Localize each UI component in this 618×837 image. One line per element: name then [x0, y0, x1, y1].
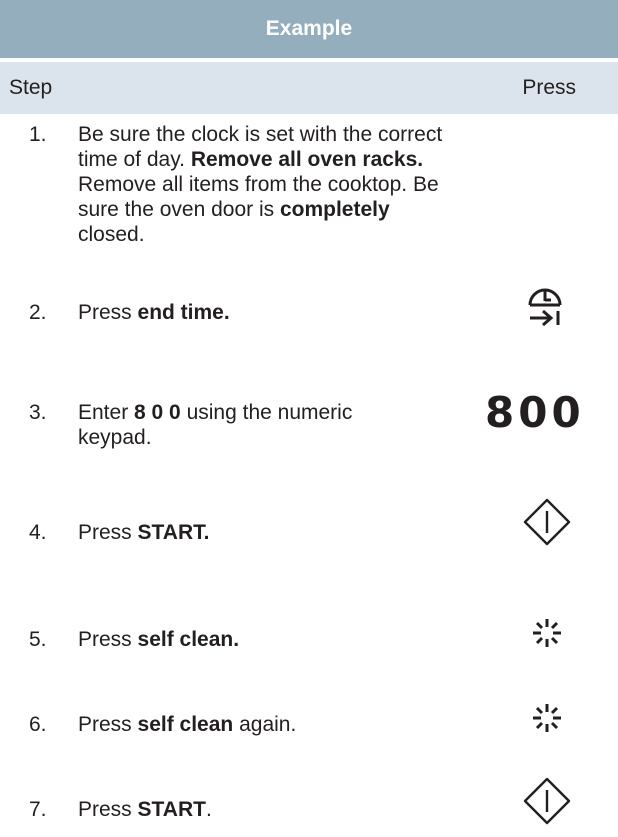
table-header: Step Press	[0, 62, 618, 114]
step-text: Press end time.	[78, 301, 230, 324]
self-clean-icon	[533, 704, 561, 732]
step-text: Be sure the clock is set with the correc…	[78, 123, 443, 246]
step-number: 6.	[29, 713, 47, 736]
start-icon	[523, 777, 571, 825]
step-text: Press START.	[78, 521, 210, 544]
step-number: 7.	[29, 798, 47, 821]
step-number: 1.	[29, 123, 47, 146]
header-step-label: Step	[9, 76, 53, 99]
table-title-text: Example	[265, 17, 353, 40]
end-time-icon	[528, 288, 562, 327]
step-number: 2.	[29, 301, 47, 324]
step-number: 5.	[29, 628, 47, 651]
self-clean-icon	[533, 619, 561, 647]
step-text: Press self clean again.	[78, 713, 297, 736]
step-text: Press START.	[78, 798, 212, 821]
step-text: Press self clean.	[78, 628, 240, 651]
header-press-label: Press	[522, 76, 576, 99]
step-text: Enter 8 0 0 using the numeric keypad.	[78, 401, 353, 449]
table-title: Example	[0, 0, 618, 58]
step-number: 4.	[29, 521, 47, 544]
start-icon	[523, 498, 571, 546]
keypad-entry-800: 800	[485, 388, 585, 437]
step-number: 3.	[29, 401, 47, 424]
